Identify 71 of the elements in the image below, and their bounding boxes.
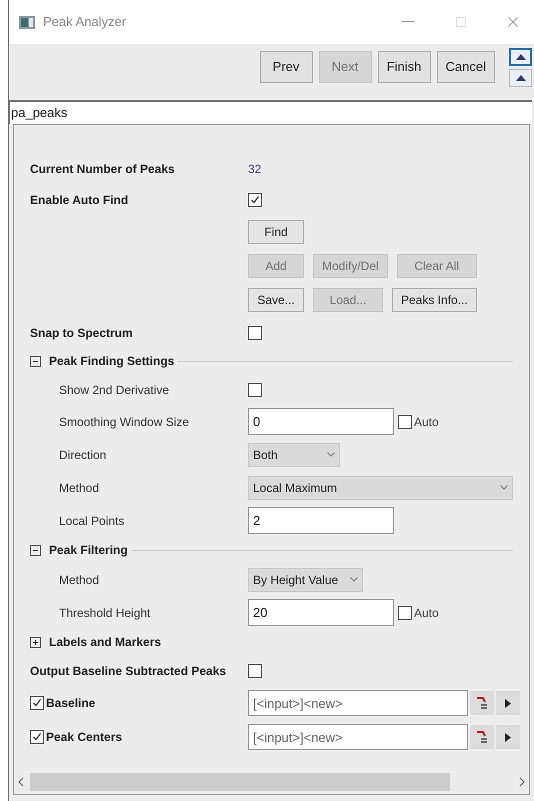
checkbox-label: Auto [414, 604, 439, 622]
close-icon[interactable] [508, 17, 518, 27]
expander-toggle[interactable] [30, 544, 41, 556]
wizard-button[interactable]: Finish [378, 51, 431, 83]
action-button[interactable]: Save... [248, 288, 304, 312]
chevron-down-icon [350, 577, 358, 582]
field-label: Enable Auto Find [29, 192, 130, 208]
checkbox[interactable] [248, 192, 262, 206]
field-label: Current Number of Peaks [29, 160, 176, 178]
dropdown[interactable]: By Height Value [248, 568, 364, 592]
number-field[interactable]: 20 [248, 599, 394, 626]
group-title: Peak Finding Settings [49, 353, 174, 370]
triangle-up-icon [516, 54, 526, 60]
checkbox[interactable] [398, 414, 412, 428]
window-title: Peak Analyzer [43, 13, 126, 32]
field-label: Direction [58, 446, 108, 464]
wizard-button[interactable]: Cancel [436, 51, 495, 83]
field-label: Threshold Height [58, 604, 152, 622]
field-label: Show 2nd Derivative [58, 382, 170, 398]
selector-icon [476, 696, 488, 710]
dropdown[interactable]: Local Maximum [248, 476, 513, 500]
field-label: Baseline [46, 695, 96, 712]
checkbox[interactable] [248, 382, 262, 396]
checkbox-label: Auto [414, 414, 439, 430]
checkbox[interactable] [248, 664, 262, 678]
chevron-down-icon [500, 485, 508, 490]
group-title: Peak Filtering [49, 542, 128, 559]
field-label: Method [58, 480, 100, 496]
scrollbar-thumb[interactable] [30, 773, 450, 791]
group-title: Labels and Markers [49, 634, 162, 651]
output-field[interactable]: [<input>]<new> [248, 724, 468, 750]
field-label: Smoothing Window Size [58, 414, 190, 430]
collapse-up-button[interactable] [509, 48, 532, 66]
collapse-up-button[interactable] [509, 68, 532, 86]
check-icon [32, 732, 42, 742]
dropdown[interactable]: Both [248, 442, 340, 466]
field-label: Output Baseline Subtracted Peaks [29, 662, 228, 680]
chevron-down-icon [327, 452, 335, 457]
check-icon [250, 194, 260, 204]
checkbox[interactable] [398, 606, 412, 620]
menu-arrow-button[interactable] [496, 725, 520, 749]
app-icon [19, 16, 35, 28]
scroll-right-icon[interactable] [519, 777, 525, 787]
checkbox[interactable] [30, 730, 44, 744]
range-selector-button[interactable] [470, 725, 494, 749]
checkbox[interactable] [30, 696, 44, 710]
number-field[interactable]: 0 [248, 408, 394, 435]
play-icon [505, 698, 511, 708]
field-label: Local Points [58, 512, 126, 530]
expander-toggle[interactable] [30, 356, 41, 366]
peak-count: 32 [248, 160, 262, 178]
checkbox[interactable] [248, 326, 262, 340]
number-field[interactable]: 2 [248, 507, 394, 534]
field-label: Snap to Spectrum [29, 324, 134, 342]
field-label: Peak Centers [46, 729, 122, 746]
check-icon [32, 698, 42, 708]
field-label: Method [58, 572, 100, 588]
theme-name: pa_peaks [11, 104, 68, 122]
minimize-icon[interactable] [402, 21, 414, 23]
play-icon [505, 732, 511, 742]
wizard-button[interactable]: Prev [260, 51, 313, 83]
range-selector-button[interactable] [470, 691, 494, 715]
output-field[interactable]: [<input>]<new> [248, 690, 468, 716]
menu-arrow-button[interactable] [496, 691, 520, 715]
scroll-left-icon[interactable] [18, 777, 24, 787]
plus-icon [31, 638, 40, 646]
expander-toggle[interactable] [30, 636, 41, 648]
action-button[interactable]: Find [248, 220, 304, 244]
triangle-up-icon [516, 74, 526, 80]
selector-icon [476, 730, 488, 744]
action-button[interactable]: Peaks Info... [392, 288, 477, 312]
